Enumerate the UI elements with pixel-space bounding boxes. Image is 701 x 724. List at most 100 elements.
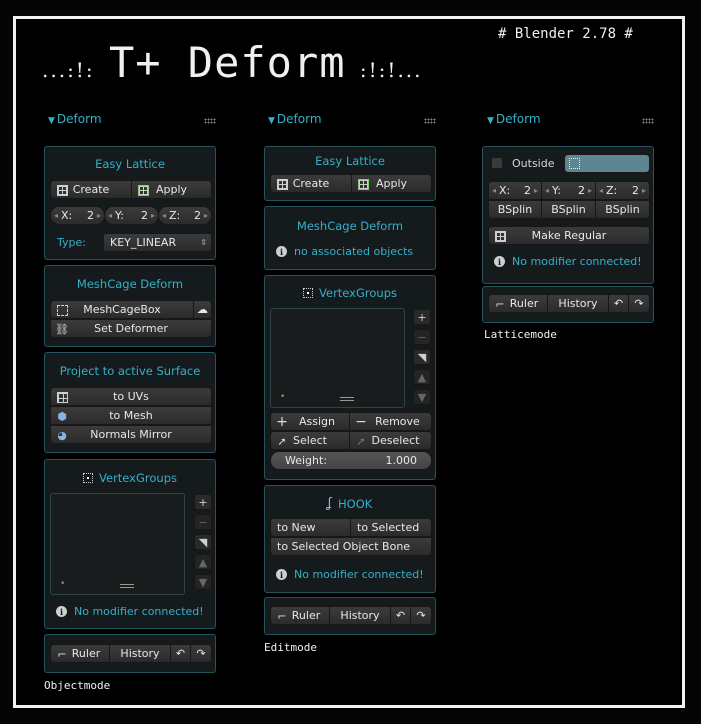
latticemode-label: Latticemode	[484, 328, 557, 341]
redo-button[interactable]: ↷	[410, 606, 432, 625]
lattice-x-field[interactable]: X:2	[50, 206, 105, 225]
set-deformer-button[interactable]: ⛓ Set Deformer	[50, 319, 212, 338]
deform-header-editmode[interactable]: ▼ Deform	[268, 112, 322, 126]
interp-v-select[interactable]: BSplin	[541, 200, 596, 219]
undo-button[interactable]: ↶	[608, 294, 629, 313]
redo-button[interactable]: ↷	[628, 294, 650, 313]
lattice-object-field[interactable]	[564, 154, 650, 173]
easy-lattice-panel-edit: Easy Lattice Create Apply	[264, 146, 436, 201]
list-resize-grip[interactable]	[120, 584, 134, 588]
normals-mirror-button[interactable]: ◕ Normals Mirror	[50, 425, 212, 444]
drag-grip-icon[interactable]	[424, 118, 436, 124]
lattice-y-field[interactable]: Y:2	[104, 206, 159, 225]
easy-lattice-title: Easy Lattice	[95, 157, 165, 171]
lattice-z-field[interactable]: Z:2	[158, 206, 212, 225]
meshcage-title: MeshCage Deform	[76, 277, 184, 291]
type-select[interactable]: KEY_LINEAR ⇕	[103, 233, 212, 252]
vertex-groups-list[interactable]: •	[270, 308, 405, 408]
create-button[interactable]: Create	[270, 174, 352, 193]
undo-button[interactable]: ↶	[390, 606, 411, 625]
lattice-dots-icon	[569, 158, 580, 169]
move-down-button[interactable]: ▼	[413, 389, 431, 405]
lattice-apply-icon	[136, 183, 150, 197]
vertex-groups-panel: VertexGroups • + − ◥ ▲ ▼ i No modifier co…	[44, 459, 216, 629]
ruler-button[interactable]: ⌐ Ruler	[270, 606, 330, 625]
triangle-down-icon: ▼	[268, 116, 275, 126]
ghost-toggle-button[interactable]: ☁	[193, 300, 212, 319]
redo-icon: ↷	[634, 297, 644, 310]
remove-button[interactable]: − Remove	[349, 412, 432, 431]
plus-icon: +	[417, 310, 427, 324]
lattice-w-field[interactable]: Z:2	[595, 181, 650, 200]
remove-group-button[interactable]: −	[194, 514, 212, 530]
hook-title: ʆ HOOK	[327, 496, 373, 511]
undo-icon: ↶	[175, 647, 186, 660]
deform-header-latticemode[interactable]: ▼ Deform	[487, 112, 541, 126]
vertex-group-icon	[303, 288, 314, 298]
make-regular-button[interactable]: Make Regular	[488, 226, 650, 245]
move-down-button[interactable]: ▼	[194, 574, 212, 590]
vertex-groups-panel-edit: VertexGroups • + − ◥ ▲ ▼ + Assign − Remove…	[264, 275, 436, 480]
ruler-icon: ⌐	[495, 297, 505, 311]
redo-button[interactable]: ↷	[190, 644, 212, 663]
select-button[interactable]: ➚ Select	[270, 431, 350, 450]
ruler-icon: ⌐	[57, 647, 67, 661]
easy-lattice-panel: Easy Lattice Create Apply X:2 Y:2 Z:2 Ty…	[44, 146, 216, 260]
triangle-down-icon: ▼	[48, 116, 55, 126]
apply-button[interactable]: Apply	[351, 174, 432, 193]
hook-to-selected-button[interactable]: to Selected	[350, 518, 432, 537]
to-mesh-button[interactable]: ⬢ to Mesh	[50, 406, 212, 425]
footer-panel-edit: ⌐ Ruler History ↶ ↷	[264, 597, 436, 635]
apply-button[interactable]: Apply	[131, 180, 212, 199]
objectmode-label: Objectmode	[44, 679, 111, 692]
history-button[interactable]: History	[329, 606, 391, 625]
info-icon: i	[276, 246, 287, 257]
outside-checkbox[interactable]	[491, 157, 503, 169]
no-modifier-info: i No modifier connected!	[494, 255, 642, 268]
assign-button[interactable]: + Assign	[270, 412, 350, 431]
deform-header-objectmode[interactable]: ▼ Deform	[48, 112, 102, 126]
page-title: ...:!: T+ Deform :!:!...	[42, 38, 423, 87]
link-icon: ⛓	[55, 322, 69, 336]
uv-grid-icon	[55, 390, 69, 404]
drag-grip-icon[interactable]	[204, 118, 216, 124]
to-uvs-button[interactable]: to UVs	[50, 387, 212, 406]
add-group-button[interactable]: +	[413, 309, 431, 325]
ruler-icon: ⌐	[277, 609, 287, 623]
group-specials-button[interactable]: ◥	[194, 534, 212, 550]
list-dot-icon: •	[60, 579, 66, 589]
add-group-button[interactable]: +	[194, 494, 212, 510]
interp-w-select[interactable]: BSplin	[595, 200, 650, 219]
arrow-down-icon: ▼	[417, 390, 427, 404]
remove-group-button[interactable]: −	[413, 329, 431, 345]
deselect-button[interactable]: ➚ Deselect	[349, 431, 432, 450]
hook-panel: ʆ HOOK to New to Selected to Selected Obj…	[264, 485, 436, 593]
cursor-icon: ➚	[277, 434, 287, 448]
interp-u-select[interactable]: BSplin	[488, 200, 542, 219]
undo-button[interactable]: ↶	[170, 644, 191, 663]
ruler-button[interactable]: ⌐ Ruler	[50, 644, 110, 663]
info-icon: i	[494, 256, 505, 267]
history-button[interactable]: History	[109, 644, 171, 663]
meshcagebox-button[interactable]: MeshCageBox	[50, 300, 194, 319]
group-specials-button[interactable]: ◥	[413, 349, 431, 365]
move-up-button[interactable]: ▲	[413, 369, 431, 385]
project-panel: Project to active Surface to UVs ⬢ to Mes…	[44, 352, 216, 453]
hook-to-new-button[interactable]: to New	[270, 518, 351, 537]
lattice-u-field[interactable]: X:2	[488, 181, 542, 200]
hook-to-selected-bone-button[interactable]: to Selected Object Bone	[270, 537, 432, 556]
lattice-v-field[interactable]: Y:2	[541, 181, 596, 200]
create-button[interactable]: Create	[50, 180, 132, 199]
weight-slider[interactable]: Weight: 1.000	[270, 451, 432, 470]
list-resize-grip[interactable]	[340, 397, 354, 401]
move-up-button[interactable]: ▲	[194, 554, 212, 570]
ruler-button[interactable]: ⌐ Ruler	[488, 294, 548, 313]
specials-icon: ◥	[417, 350, 427, 364]
outside-label: Outside	[512, 157, 555, 170]
meshcage-title: MeshCage Deform	[296, 219, 404, 233]
lattice-panel: Outside X:2 Y:2 Z:2 BSplin BSplin BSplin…	[482, 146, 654, 284]
vertex-groups-list[interactable]: •	[50, 493, 185, 595]
history-button[interactable]: History	[547, 294, 609, 313]
updown-icon: ⇕	[200, 238, 207, 247]
drag-grip-icon[interactable]	[642, 118, 654, 124]
